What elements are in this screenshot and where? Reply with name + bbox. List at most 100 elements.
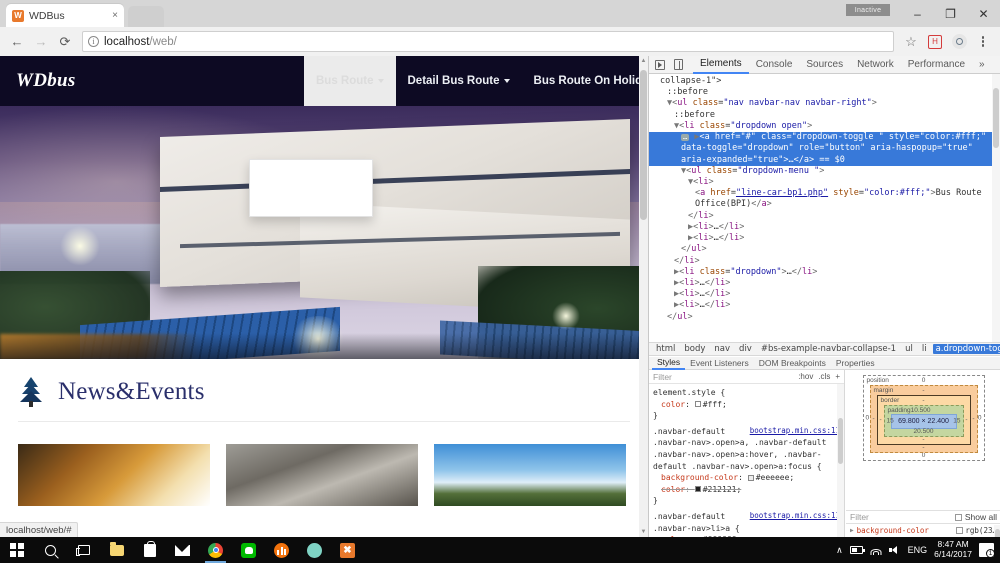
scroll-down-arrow[interactable]: ▼ — [640, 529, 647, 535]
dom-node[interactable]: Office(BPI)</a> — [649, 199, 1000, 210]
chrome-taskbar-button[interactable] — [199, 537, 232, 563]
line-taskbar-button[interactable] — [232, 537, 265, 563]
checkbox-icon[interactable] — [954, 513, 962, 521]
extension-eye-icon[interactable] — [948, 31, 970, 53]
news-card[interactable] — [226, 444, 418, 506]
site-info-icon[interactable]: i — [88, 36, 99, 47]
teal-app-button[interactable] — [298, 537, 331, 563]
devtools-menu-icon[interactable]: ⋮ — [996, 58, 1000, 72]
breadcrumb-item[interactable]: #bs-example-navbar-collapse-1 — [758, 344, 899, 354]
dom-node[interactable]: collapse-1"> — [649, 76, 1000, 87]
new-tab-button[interactable] — [128, 6, 164, 27]
tab-close-icon[interactable]: × — [112, 10, 118, 21]
page-scrollbar-thumb[interactable] — [640, 70, 647, 220]
nav-item-detail-bus-route[interactable]: Detail Bus Route — [396, 56, 522, 106]
breadcrumb-item[interactable]: div — [736, 344, 755, 354]
css-rule[interactable]: bootstrap.min.css:11 .navbar-default .navb… — [653, 426, 840, 507]
more-tabs-button[interactable]: » — [972, 56, 992, 74]
dom-node[interactable]: ▶<li>…</li> — [649, 300, 1000, 311]
maximize-button[interactable]: ❐ — [934, 0, 967, 27]
breadcrumb-item[interactable]: li — [919, 344, 930, 354]
back-icon[interactable]: ← — [6, 31, 28, 53]
tab-properties[interactable]: Properties — [831, 358, 880, 368]
dom-node[interactable]: </li> — [649, 256, 1000, 267]
minimize-button[interactable]: – — [901, 0, 934, 27]
dom-node[interactable]: ▶<li>…</li> — [649, 278, 1000, 289]
clock[interactable]: 8:47 AM 6/14/2017 — [934, 539, 972, 560]
dom-node-selected[interactable]: … ▶<a href="#" class="dropdown-toggle " … — [649, 132, 1000, 166]
mail-button[interactable] — [166, 537, 199, 563]
task-view-button[interactable] — [67, 537, 100, 563]
dom-node[interactable]: ::before — [649, 110, 1000, 121]
show-hidden-icons-chevron[interactable]: ∧ — [836, 545, 843, 556]
scroll-up-arrow[interactable]: ▲ — [640, 58, 647, 64]
language-indicator[interactable]: ENG — [908, 545, 928, 555]
dom-node[interactable]: ▶<li>…</li> — [649, 222, 1000, 233]
dropdown-item[interactable]: Bus Route Office(BPI) — [250, 160, 372, 179]
nav-item-bus-route[interactable]: Bus Route — [304, 56, 396, 106]
inspect-element-icon[interactable] — [653, 58, 667, 72]
dom-node[interactable]: ▶<li class="dropdown">…</li> — [649, 267, 1000, 278]
chrome-menu-icon[interactable] — [972, 31, 994, 53]
css-declaration[interactable]: color: #212121; — [653, 485, 741, 494]
bar-chart-app-button[interactable] — [265, 537, 298, 563]
file-explorer-button[interactable] — [100, 537, 133, 563]
wifi-icon[interactable] — [870, 546, 882, 555]
dom-node[interactable]: <a href="line-car-bp1.php" style="color:… — [649, 188, 1000, 199]
breadcrumb-item[interactable]: a.dropdown-toggle — [932, 344, 1000, 354]
start-button[interactable] — [0, 537, 34, 563]
search-button[interactable] — [34, 537, 67, 563]
styles-filter-input[interactable]: Filter — [653, 372, 672, 382]
box-model-content-size[interactable]: 69.800 × 22.400 — [890, 414, 957, 429]
tab-performance[interactable]: Performance — [901, 56, 972, 74]
tab-dom-breakpoints[interactable]: DOM Breakpoints — [754, 358, 831, 368]
css-source-link[interactable]: bootstrap.min.css:11 — [750, 511, 840, 522]
expand-arrow-icon[interactable]: ▶ — [850, 527, 854, 535]
nav-item-bus-route-on-holiday[interactable]: Bus Route On Holiday — [522, 56, 648, 106]
dom-tree-scrollbar-thumb[interactable] — [993, 88, 999, 148]
show-all-toggle[interactable]: Show all — [954, 512, 997, 522]
store-button[interactable] — [133, 537, 166, 563]
bookmark-star-icon[interactable]: ☆ — [900, 31, 922, 53]
dom-node[interactable]: ▶<li>…</li> — [649, 289, 1000, 300]
dom-node[interactable]: ▼<ul class="nav navbar-nav navbar-right"… — [649, 98, 1000, 109]
browser-tab[interactable]: W WDBus × — [6, 4, 124, 27]
breadcrumb-item[interactable]: nav — [711, 344, 733, 354]
css-declaration[interactable]: color: #fff; — [653, 400, 727, 409]
css-selector[interactable]: element.style { — [653, 388, 725, 397]
dropdown-item[interactable]: Bus Route Office(BP3) — [250, 198, 372, 217]
computed-filter-input[interactable]: Filter — [850, 512, 869, 522]
css-selector[interactable]: .navbar-default .navbar-nav>li>a { — [653, 512, 740, 533]
orange-app-button[interactable]: ✖ — [331, 537, 364, 563]
breadcrumb-item[interactable]: ul — [902, 344, 916, 354]
cls-toggle[interactable]: .cls — [818, 372, 830, 381]
notifications-button[interactable]: 1 — [979, 543, 995, 558]
styles-filter-row[interactable]: Filter :hov .cls + — [649, 370, 844, 384]
tab-network[interactable]: Network — [850, 56, 901, 74]
dom-node[interactable]: ▶<li>…</li> — [649, 233, 1000, 244]
dom-node[interactable]: </ul> — [649, 312, 1000, 323]
tab-event-listeners[interactable]: Event Listeners — [685, 358, 754, 368]
computed-property-row[interactable]: ▶ background-color rgb(23… — [846, 525, 1000, 536]
dom-node[interactable]: ▼<li class="dropdown open"> — [649, 121, 1000, 132]
hov-toggle[interactable]: :hov — [798, 372, 813, 381]
forward-icon[interactable]: → — [30, 31, 52, 53]
address-bar[interactable]: i localhost/web/ — [82, 31, 894, 52]
styles-scrollbar-thumb[interactable] — [838, 418, 843, 464]
news-card[interactable] — [434, 444, 626, 506]
dropdown-item[interactable]: Bus Route Office(BP2) — [250, 179, 372, 198]
dom-node[interactable]: ▼<li> — [649, 177, 1000, 188]
extension-red-icon[interactable]: H — [924, 31, 946, 53]
news-card[interactable] — [18, 444, 210, 506]
dom-node[interactable]: ::before — [649, 87, 1000, 98]
css-declaration[interactable]: background-color: #eeeeee; — [653, 473, 794, 482]
dom-tree[interactable]: collapse-1">::before ▼<ul class="nav navb… — [649, 74, 1000, 342]
device-toolbar-icon[interactable] — [671, 58, 685, 72]
reload-icon[interactable]: ⟳ — [54, 31, 76, 53]
css-source-link[interactable]: bootstrap.min.css:11 — [750, 426, 840, 437]
dom-node[interactable]: ▼<ul class="dropdown-menu "> — [649, 166, 1000, 177]
site-brand-logo[interactable]: WDbus — [0, 70, 76, 92]
breadcrumb-item[interactable]: html — [653, 344, 678, 354]
battery-icon[interactable] — [849, 546, 865, 554]
tab-styles[interactable]: Styles — [652, 357, 686, 370]
